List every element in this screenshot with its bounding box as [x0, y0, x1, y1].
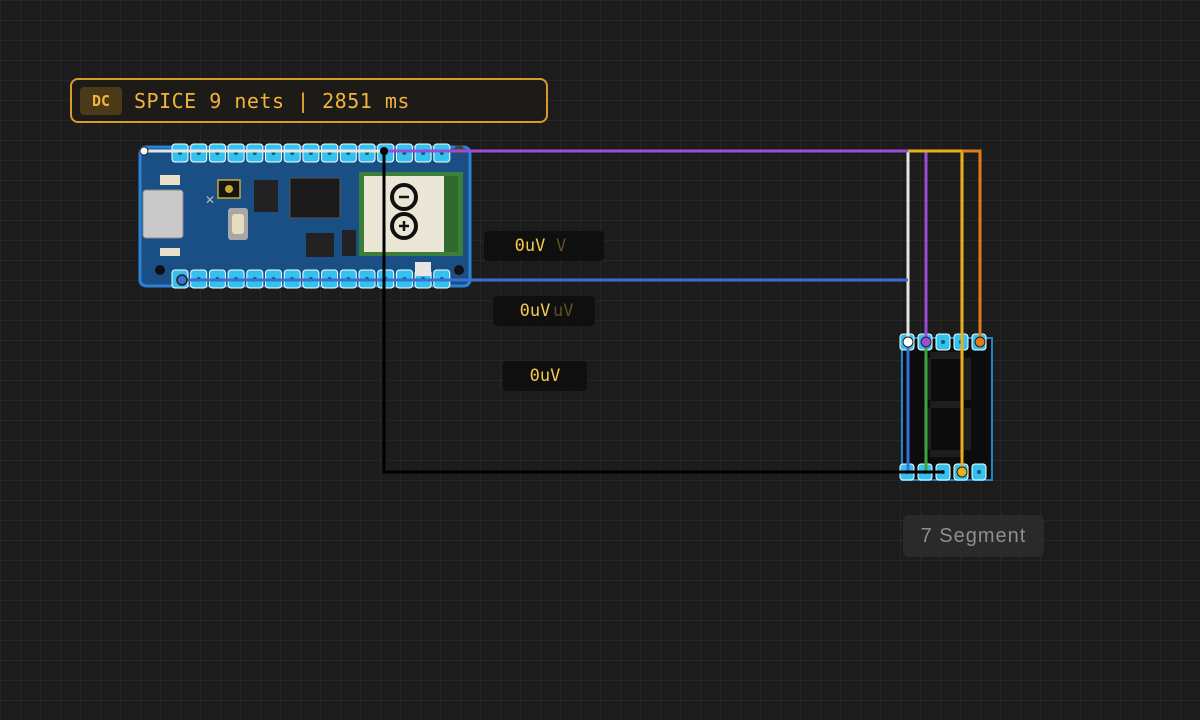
- usb-connector: [142, 189, 184, 239]
- probe-value: 0uV: [514, 236, 546, 256]
- voltage-probe-label[interactable]: 0uV: [503, 361, 587, 391]
- probe-ghost-text: V: [556, 236, 567, 256]
- mount-hole: [155, 265, 165, 275]
- probe-value: 0uV: [529, 366, 561, 386]
- mount-hole: [454, 265, 464, 275]
- arduino-nano-board[interactable]: ✕: [138, 143, 472, 289]
- analysis-mode-badge[interactable]: DC: [80, 86, 122, 115]
- led-power: [160, 175, 180, 185]
- component-label[interactable]: 7 Segment: [903, 515, 1044, 557]
- chip-regulator: [306, 233, 334, 257]
- seven-segment-body: [901, 337, 993, 481]
- pin-hole: [977, 470, 981, 474]
- pin-hole: [941, 340, 945, 344]
- simulation-status-bar: DC SPICE 9 nets | 2851 ms: [70, 78, 548, 123]
- arduino-top-header[interactable]: [171, 143, 451, 163]
- chip-small: [254, 180, 278, 212]
- probe-ghost-text: uV: [553, 301, 574, 321]
- voltage-probe-label[interactable]: uV 0uV: [493, 296, 595, 326]
- voltage-probe-label[interactable]: V 0uV: [484, 231, 604, 261]
- wire-orange[interactable]: [962, 149, 982, 342]
- seven-segment-display[interactable]: [899, 333, 993, 481]
- microcontroller-chip: [289, 177, 341, 219]
- antenna-pad: [415, 262, 431, 276]
- probe-value: 0uV: [519, 301, 551, 321]
- simulation-status-text: SPICE 9 nets | 2851 ms: [134, 88, 410, 113]
- board-mark: ✕: [205, 193, 215, 207]
- led-tx: [160, 248, 180, 256]
